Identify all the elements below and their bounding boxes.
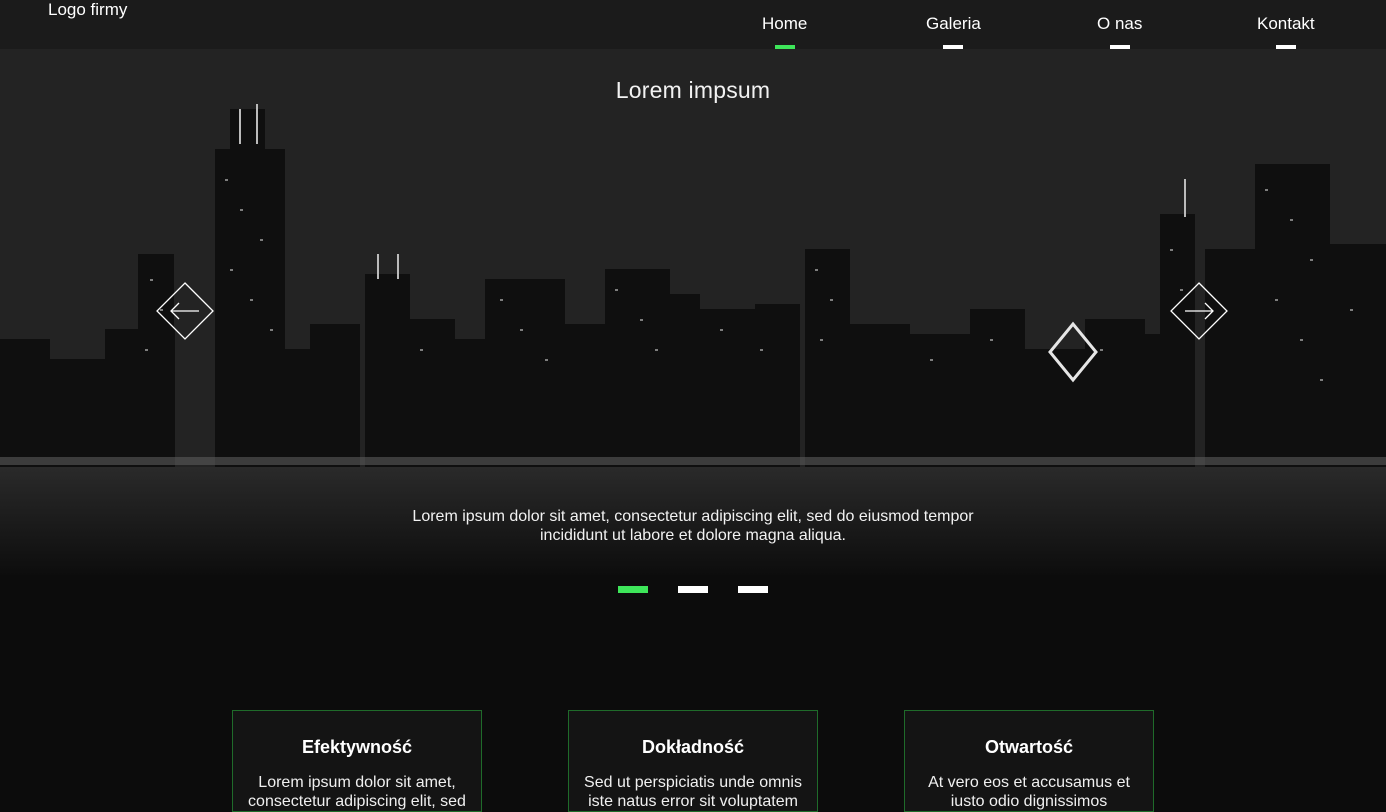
hero-description: Lorem ipsum dolor sit amet, consectetur … [412,508,974,544]
feature-card-text: Sed ut perspiciatis unde omnis iste natu… [584,774,802,810]
hero-title: Lorem impsum [615,77,771,103]
arrow-right-diamond-icon [1170,282,1228,340]
feature-card-dokladnosc: Dokładność Sed ut perspiciatis unde omni… [568,710,818,812]
nav-item-label: O nas [1097,14,1143,33]
feature-card-text: Lorem ipsum dolor sit amet, consectetur … [248,774,466,810]
nav-item-label: Home [762,14,808,33]
slider-dot-3[interactable] [738,586,768,593]
feature-card-otwartosc: Otwartość At vero eos et accusamus et iu… [904,710,1154,812]
nav-item-label: Kontakt [1257,14,1315,33]
slider-prev-button[interactable] [155,281,215,341]
feature-card-title: Dokładność [641,737,745,757]
feature-card-title: Otwartość [984,737,1074,757]
nav-item-home[interactable]: Home [762,14,808,49]
site-header: Logo firmy Home Galeria O nas Kontakt [0,0,1386,49]
feature-card-text: At vero eos et accusamus et iusto odio d… [928,774,1130,810]
nav-item-o-nas[interactable]: O nas [1097,14,1143,49]
nav-item-label: Galeria [926,14,981,33]
nav-item-kontakt[interactable]: Kontakt [1257,14,1315,49]
nav-indicator [1109,45,1130,49]
nav-active-indicator [774,45,795,49]
slider-pagination [0,586,1386,594]
nav-indicator [1275,45,1296,49]
nav-indicator [943,45,964,49]
arrow-left-diamond-icon [156,282,214,340]
nav-item-galeria[interactable]: Galeria [926,14,981,49]
feature-card-efektywnosc: Efektywność Lorem ipsum dolor sit amet, … [232,710,482,812]
slider-dot-1[interactable] [618,586,648,593]
slider-dot-2[interactable] [678,586,708,593]
company-logo[interactable]: Logo firmy [48,0,127,20]
feature-card-title: Efektywność [301,737,413,757]
slider-next-button[interactable] [1169,281,1229,341]
hero-slider: Lorem impsum Lorem ipsum dolor sit amet,… [0,49,1386,575]
